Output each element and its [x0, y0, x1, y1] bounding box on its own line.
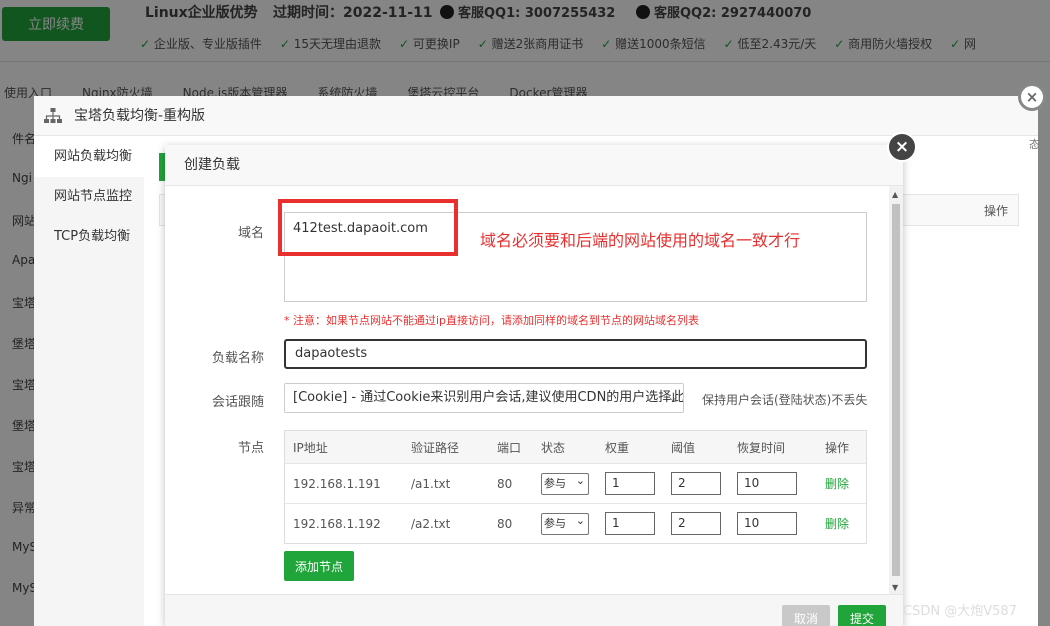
op-column-header: 操作: [983, 204, 1008, 218]
dialog-footer: 取消 提交: [165, 594, 903, 626]
node-port: 80: [497, 516, 513, 531]
scroll-up-icon[interactable]: ▲: [892, 190, 898, 199]
col-recover: 恢复时间: [737, 440, 786, 455]
nodes-table: IP地址 验证路径 端口 状态 权重 阈值 恢复时间 操作 192.168.1.…: [284, 430, 867, 544]
cancel-button[interactable]: 取消: [782, 605, 830, 626]
nodes-label: 节点: [237, 441, 264, 456]
window-title: 宝塔负载均衡-重构版: [74, 108, 206, 124]
close-icon[interactable]: ×: [1018, 83, 1046, 111]
notice-text: * 注意：如果节点网站不能通过ip直接访问，请添加同样的域名到节点的网站域名列表: [284, 314, 700, 327]
create-load-dialog: 创建负载 ▲ ▼ 域名 412test.dapaoit.com 域名必须要和后端…: [165, 145, 903, 626]
scroll-down-icon[interactable]: ▼: [892, 583, 898, 592]
menu-node-monitor[interactable]: 网站节点监控: [34, 177, 144, 217]
load-name-input[interactable]: dapaotests: [284, 339, 867, 369]
name-label: 负载名称: [211, 351, 264, 366]
network-icon: [44, 108, 62, 123]
dialog-title: 创建负载: [165, 145, 903, 186]
session-label: 会话跟随: [211, 395, 264, 410]
node-path: /a2.txt: [411, 516, 451, 531]
node-weight-input[interactable]: 1: [605, 512, 655, 535]
dialog-scrollbar[interactable]: ▲ ▼: [889, 186, 903, 594]
node-ip: 192.168.1.191: [293, 476, 381, 491]
node-recover-input[interactable]: 10: [737, 472, 797, 495]
delete-node-link[interactable]: 删除: [825, 515, 865, 532]
col-weight: 权重: [605, 440, 630, 455]
node-ip: 192.168.1.192: [293, 516, 381, 531]
annotation-text: 域名必须要和后端的网站使用的域名一致才行: [480, 231, 801, 250]
col-port: 端口: [497, 440, 522, 455]
table-row: 192.168.1.191 /a1.txt 80 参与 1 2 10 删除: [285, 463, 866, 503]
domain-label: 域名: [237, 226, 264, 241]
scroll-thumb[interactable]: [892, 204, 900, 576]
node-status-select[interactable]: 参与: [541, 471, 589, 495]
table-row: 192.168.1.192 /a2.txt 80 参与 1 2 10 删除: [285, 503, 866, 543]
col-threshold: 阈值: [671, 440, 696, 455]
col-status: 状态: [541, 440, 566, 455]
col-op: 操作: [825, 440, 850, 455]
node-status-select[interactable]: 参与: [541, 511, 589, 535]
node-path: /a1.txt: [411, 476, 451, 491]
window-header: 宝塔负载均衡-重构版: [34, 96, 1038, 136]
node-threshold-input[interactable]: 2: [671, 512, 721, 535]
node-weight-input[interactable]: 1: [605, 472, 655, 495]
node-threshold-input[interactable]: 2: [671, 472, 721, 495]
col-ip: IP地址: [293, 440, 328, 455]
session-tip: 保持用户会话(登陆状态)不丢失: [702, 393, 868, 407]
node-port: 80: [497, 476, 513, 491]
menu-site-load-balance[interactable]: 网站负载均衡: [34, 137, 144, 177]
session-select[interactable]: [Cookie] - 通过Cookie来识别用户会话,建议使用CDN的用户选择此…: [284, 383, 684, 413]
window-menu: 网站负载均衡 网站节点监控 TCP负载均衡: [34, 137, 144, 626]
session-value: [Cookie] - 通过Cookie来识别用户会话,建议使用CDN的用户选择此…: [293, 390, 684, 405]
watermark: CSDN @大炮V587: [903, 604, 1017, 619]
edge-label: 态: [1029, 138, 1040, 151]
highlight-box: [278, 199, 458, 256]
node-recover-input[interactable]: 10: [737, 512, 797, 535]
submit-button[interactable]: 提交: [838, 605, 886, 626]
add-node-button[interactable]: 添加节点: [284, 551, 354, 581]
col-path: 验证路径: [411, 440, 460, 455]
table-header: IP地址 验证路径 端口 状态 权重 阈值 恢复时间 操作: [285, 431, 866, 463]
close-icon[interactable]: ×: [887, 132, 917, 162]
menu-tcp-load-balance[interactable]: TCP负载均衡: [34, 217, 144, 257]
chevron-down-icon: ⌵: [668, 391, 677, 404]
delete-node-link[interactable]: 删除: [825, 475, 865, 492]
